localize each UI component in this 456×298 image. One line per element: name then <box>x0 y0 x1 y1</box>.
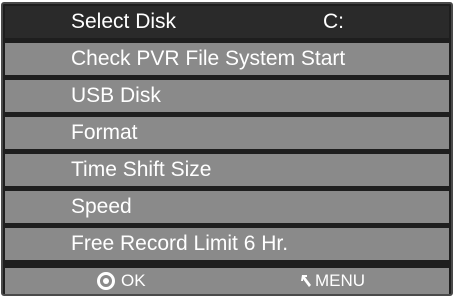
menu-item-usb-disk[interactable]: USB Disk <box>5 80 449 112</box>
menu-hint[interactable]: MENU <box>301 268 365 294</box>
menu-label: MENU <box>315 271 366 290</box>
selected-disk-value: C: <box>323 10 344 33</box>
pvr-settings-menu: Select Disk C: Check PVR File System Sta… <box>1 2 453 296</box>
menu-item-check-pvr-file-system[interactable]: Check PVR File System Start <box>5 43 449 75</box>
ok-hint[interactable]: OK <box>97 268 146 294</box>
menu-item-speed[interactable]: Speed <box>5 191 449 223</box>
menu-item-label: USB Disk <box>71 84 161 107</box>
menu-item-select-disk[interactable]: Select Disk C: <box>5 6 449 38</box>
menu-item-label: Select Disk <box>71 10 177 33</box>
menu-item-format[interactable]: Format <box>5 117 449 149</box>
menu-return-icon <box>301 275 311 287</box>
menu-item-label: Speed <box>71 195 132 218</box>
menu-item-time-shift-size[interactable]: Time Shift Size <box>5 154 449 186</box>
ok-button-icon <box>97 272 115 290</box>
menu-item-label: Check PVR File System Start <box>71 47 346 70</box>
menu-item-free-record-limit[interactable]: Free Record Limit 6 Hr. <box>5 228 449 260</box>
button-hint-bar: OK MENU <box>5 268 449 294</box>
menu-item-label: Time Shift Size <box>71 158 212 181</box>
menu-item-label: Free Record Limit 6 Hr. <box>71 232 289 255</box>
menu-item-label: Format <box>71 121 138 144</box>
ok-label: OK <box>121 271 146 290</box>
